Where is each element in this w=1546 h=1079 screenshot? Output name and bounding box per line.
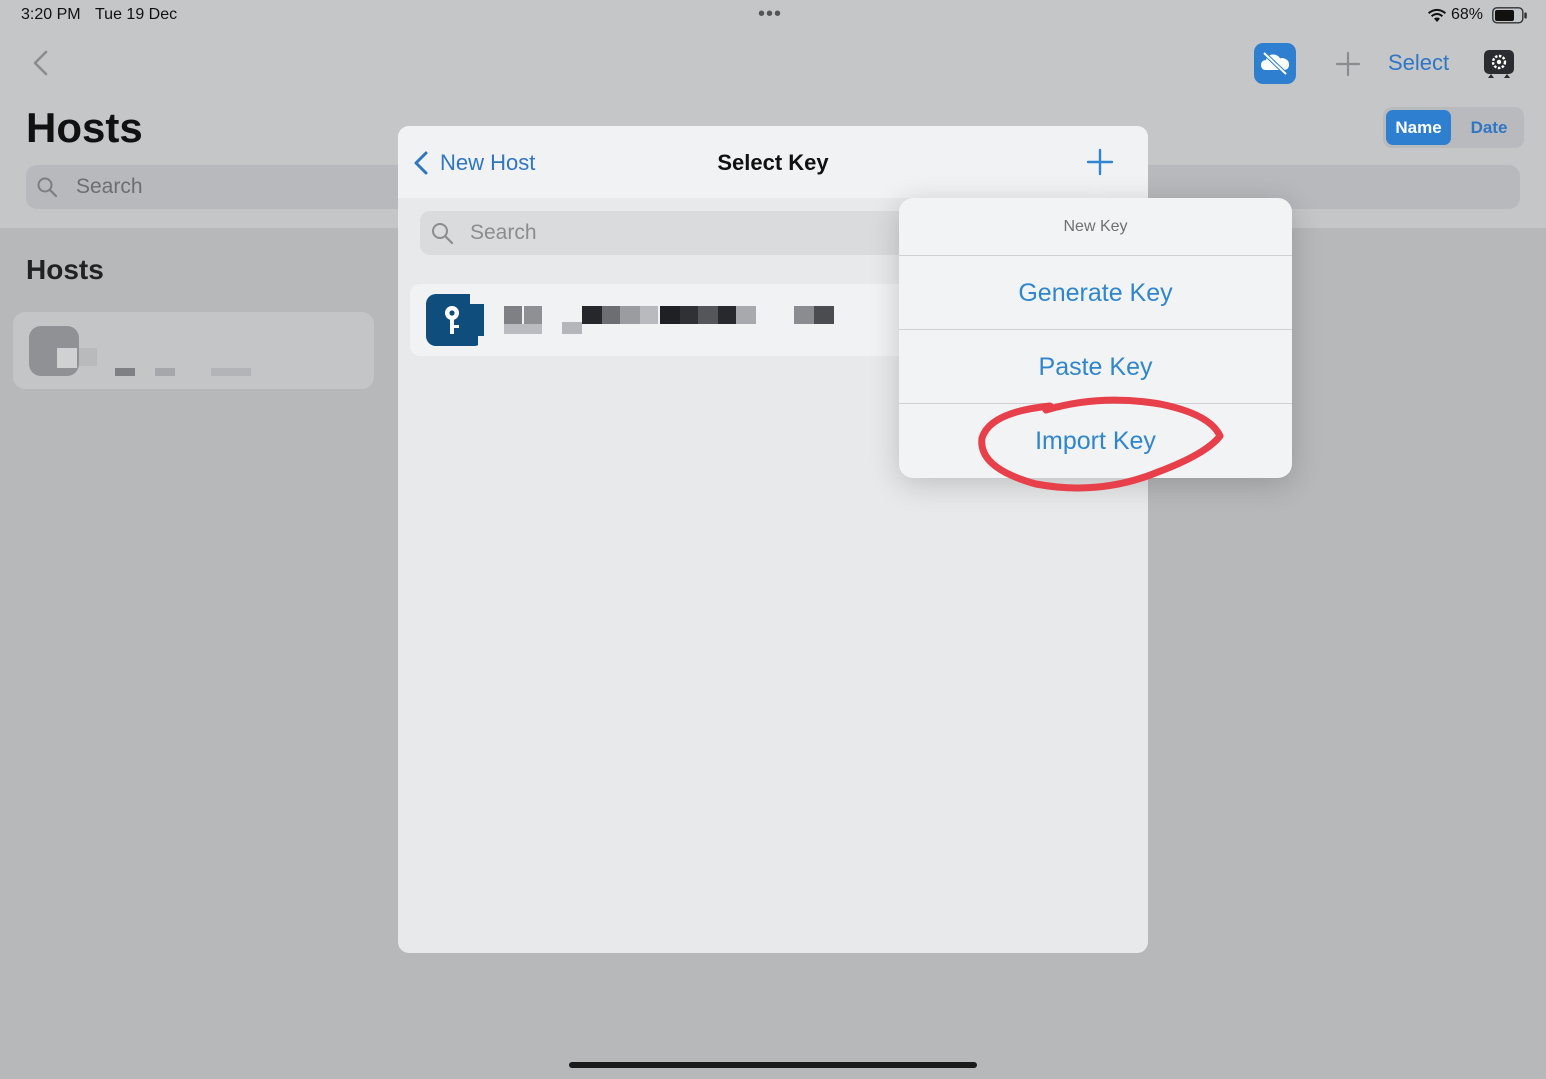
modal-nav-bar: New Host Select Key — [398, 126, 1148, 198]
redacted-block — [718, 306, 736, 324]
sort-by-date-segment[interactable]: Date — [1457, 110, 1521, 145]
redacted-block — [620, 306, 640, 324]
multitasking-dots-icon[interactable]: ••• — [758, 4, 782, 24]
redacted-block — [660, 306, 680, 324]
redacted-block — [680, 306, 698, 324]
search-icon — [432, 223, 454, 245]
new-key-popover-menu: New Key Generate Key Paste Key Import Ke… — [899, 198, 1292, 478]
redacted-block — [698, 306, 718, 324]
redacted-block — [155, 368, 175, 376]
hosts-section-heading: Hosts — [26, 254, 104, 285]
home-indicator[interactable] — [569, 1062, 977, 1068]
add-host-plus-icon[interactable] — [1334, 50, 1362, 78]
search-icon — [37, 177, 58, 198]
modal-title: Select Key — [717, 150, 829, 175]
key-search-field[interactable]: Search — [420, 211, 920, 255]
select-button[interactable]: Select — [1388, 50, 1449, 76]
battery-icon — [1492, 7, 1527, 24]
battery-percent: 68% — [1451, 6, 1484, 23]
search-placeholder: Search — [76, 175, 143, 198]
redacted-block — [736, 306, 756, 324]
redacted-block — [640, 306, 658, 324]
paste-key-menu-item[interactable]: Paste Key — [899, 329, 1292, 404]
status-date: Tue 19 Dec — [95, 6, 178, 23]
wifi-icon — [1427, 8, 1447, 22]
key-icon — [426, 294, 484, 346]
sort-by-name-segment[interactable]: Name — [1386, 110, 1451, 145]
key-list-item[interactable] — [410, 284, 910, 356]
redacted-block — [211, 368, 251, 376]
sync-toggle-button[interactable] — [1254, 43, 1296, 84]
host-list-item[interactable] — [13, 312, 374, 389]
redacted-block — [794, 306, 814, 324]
import-key-menu-item[interactable]: Import Key — [899, 403, 1292, 478]
redacted-block — [524, 306, 542, 324]
redacted-block — [504, 306, 522, 324]
status-time: 3:20 PM — [21, 6, 81, 23]
page-title: Hosts — [26, 104, 143, 151]
redacted-block — [115, 368, 135, 376]
add-key-plus-icon[interactable] — [1086, 148, 1114, 176]
key-search-placeholder: Search — [470, 221, 537, 244]
redacted-block — [582, 306, 602, 324]
redacted-block — [814, 306, 834, 324]
settings-icon[interactable] — [1482, 48, 1516, 80]
redacted-block — [504, 324, 542, 334]
redacted-block — [602, 306, 620, 324]
redacted-block — [562, 322, 582, 334]
redacted-block — [57, 348, 77, 368]
popover-header: New Key — [1063, 218, 1128, 235]
back-chevron-icon[interactable] — [28, 48, 58, 78]
redacted-block — [79, 348, 97, 366]
sort-segmented-control: Name Date — [1383, 107, 1524, 148]
generate-key-menu-item[interactable]: Generate Key — [899, 255, 1292, 330]
cloud-off-icon — [1261, 51, 1289, 76]
